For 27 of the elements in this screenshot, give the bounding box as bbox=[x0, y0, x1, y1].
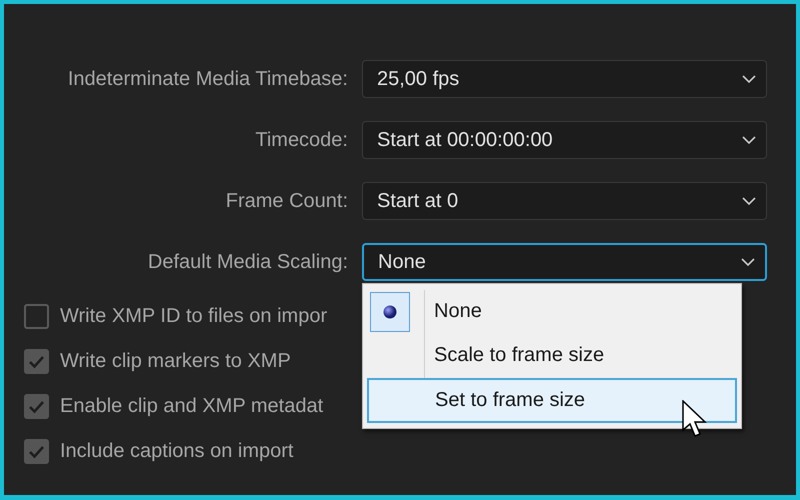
menu-item[interactable]: Scale to frame size bbox=[367, 334, 737, 378]
dropdown[interactable]: None bbox=[362, 243, 767, 281]
menu-item[interactable]: None bbox=[367, 289, 737, 334]
dropdown[interactable]: Start at 00:00:00:00 bbox=[362, 121, 767, 159]
chevron-down-icon bbox=[742, 75, 756, 83]
checkbox-label: Include captions on import bbox=[60, 440, 294, 463]
dropdown[interactable]: 25,00 fps bbox=[362, 60, 767, 98]
checkmark-icon bbox=[28, 444, 45, 458]
checkbox[interactable] bbox=[24, 394, 49, 419]
checkbox[interactable] bbox=[24, 304, 49, 329]
checkbox-label: Enable clip and XMP metadat bbox=[60, 395, 324, 418]
checkbox[interactable] bbox=[24, 439, 49, 464]
checkbox[interactable] bbox=[24, 349, 49, 374]
dropdown[interactable]: Start at 0 bbox=[362, 182, 767, 220]
setting-label: Indeterminate Media Timebase: bbox=[66, 68, 348, 90]
setting-label: Frame Count: bbox=[224, 190, 348, 212]
chevron-down-icon bbox=[741, 258, 755, 266]
setting-label: Timecode: bbox=[254, 128, 348, 152]
setting-label: Default Media Scaling: bbox=[146, 250, 348, 274]
mouse-cursor-icon bbox=[682, 400, 708, 440]
checkmark-icon bbox=[28, 354, 45, 368]
chevron-down-icon bbox=[742, 136, 756, 144]
menu-item[interactable]: Set to frame size bbox=[367, 378, 737, 423]
chevron-down-icon bbox=[742, 197, 756, 205]
checkbox-label: Write clip markers to XMP bbox=[60, 350, 291, 373]
checkbox-label: Write XMP ID to files on impor bbox=[60, 305, 328, 328]
checkmark-icon bbox=[28, 400, 45, 414]
